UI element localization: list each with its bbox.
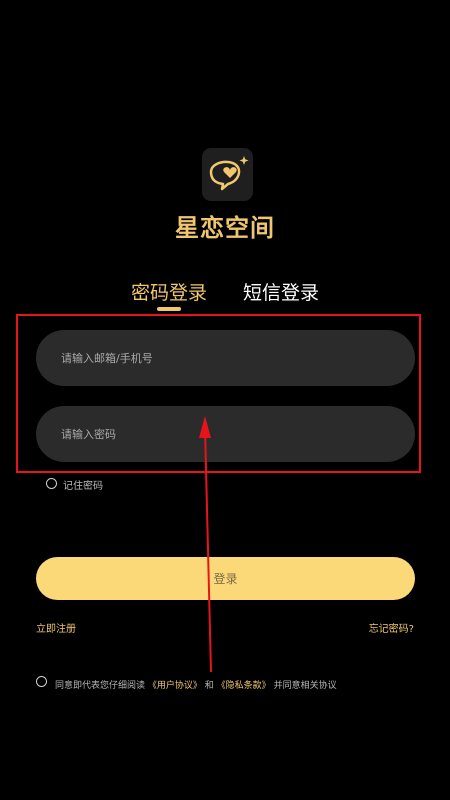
tab-sms-login[interactable]: 短信登录 xyxy=(243,278,319,305)
user-agreement-link[interactable]: 《用户协议》 xyxy=(148,681,202,691)
agreement-radio[interactable] xyxy=(36,676,47,687)
register-link[interactable]: 立即注册 xyxy=(36,620,76,635)
app-logo xyxy=(202,148,253,201)
agreement-suffix: 并同意相关协议 xyxy=(273,681,337,691)
remember-password-label: 记住密码 xyxy=(63,481,103,492)
remember-password-radio[interactable] xyxy=(46,478,57,489)
tab-password-login[interactable]: 密码登录 xyxy=(131,278,207,305)
app-name: 星恋空间 xyxy=(175,214,275,242)
heart-speech-bubble-icon xyxy=(209,156,249,191)
login-button[interactable]: 登录 xyxy=(36,557,415,600)
tab-active-indicator xyxy=(157,307,181,311)
privacy-policy-link[interactable]: 《隐私条款》 xyxy=(217,681,271,691)
agreement-and: 和 xyxy=(204,681,214,691)
agreement-prefix: 同意即代表您仔细阅读 xyxy=(55,681,146,691)
agreement-text: 同意即代表您仔细阅读 《用户协议》 和 《隐私条款》 并同意相关协议 xyxy=(55,678,337,691)
forgot-password-link[interactable]: 忘记密码? xyxy=(369,620,414,635)
annotation-highlight-box xyxy=(16,314,421,473)
